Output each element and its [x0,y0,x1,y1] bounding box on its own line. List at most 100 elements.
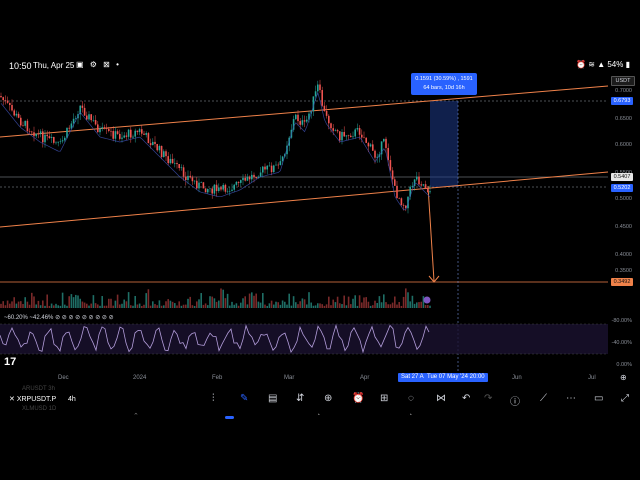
candle-body [94,120,97,125]
candle-body [101,127,103,129]
volume-bar [37,300,40,308]
candle-body [279,161,282,166]
candle-body [44,134,46,143]
add-icon[interactable]: ⊕ [324,393,332,404]
settings-gear-icon[interactable]: ⊕ [620,373,627,382]
candle-body [145,133,147,135]
active-tab-indicator [225,416,234,419]
volume-bar [48,305,51,308]
currency-badge[interactable]: USDT [611,76,635,86]
volume-bar [53,305,55,308]
more-icon[interactable]: ⋯ [566,393,576,404]
expand-icon[interactable]: ⤢ [621,393,629,404]
volume-bar [143,304,145,308]
volume-bar [314,305,317,308]
chart-canvas[interactable] [0,76,640,386]
candle-body [97,124,99,133]
volume-bar [235,303,238,308]
nav-icon-watchlist[interactable]: ⌃ [133,412,139,420]
volume-bar [130,305,132,308]
share-icon[interactable]: ⋈ [436,393,446,404]
candle-body [233,184,235,190]
volume-bar [334,302,337,308]
battery-indicator: ⏰ ≋ ▲ 54% ▮ [576,60,630,69]
rsi-value-right: ~42.46% [29,315,54,321]
candle-body [61,140,64,142]
candle-body [68,127,70,129]
candlesticks [0,79,431,214]
candle-body [119,133,121,139]
candle-body [341,131,343,141]
candle-body [319,84,321,91]
volume-bar [374,300,376,308]
candle-body [196,180,198,189]
candle-body [39,131,42,134]
ideas-lightbulb-icon[interactable]: ◌ [408,393,414,404]
volume-bar [42,300,44,308]
candle-body [127,129,130,137]
volume-bar [15,303,18,308]
volume-bar [75,294,77,308]
indicator-controls[interactable]: ⊘ ⊘ ⊘ ⊘ ⊘ ⊘ ⊘ ⊘ ⊘ [55,315,114,321]
volume-bar [55,303,57,308]
volume-bar [72,297,75,308]
candle-body [336,130,339,132]
fullscreen-icon[interactable]: ▭ [594,393,603,404]
volume-bar [182,304,185,308]
wifi-icon: ≋ [588,60,595,69]
trend-tool-icon[interactable]: ⟋ [540,393,547,404]
volume-bar [350,304,352,308]
undo-icon[interactable]: ↶ [462,393,470,404]
volume-bar [132,305,134,308]
candle-body [20,117,22,126]
price-chart[interactable]: 0.7000 0.6500 0.6000 0.5500 0.5000 0.450… [0,76,640,386]
volume-bar [46,294,48,308]
close-icon[interactable]: ✕ [9,396,15,403]
candle-body [59,141,62,142]
symbol-scroll-prev[interactable]: ARUSDT 3h [22,386,55,392]
price-tag-mid: 0.5407 [611,173,633,181]
volume-bar [409,301,411,308]
candle-body [328,115,330,124]
volume-bar [204,303,207,308]
fib-tool-icon[interactable]: ⇵ [296,393,304,404]
candle-body [185,176,187,181]
layouts-icon[interactable]: ⊞ [380,393,388,404]
volume-bar [22,303,24,308]
timeframe[interactable]: 4h [68,396,76,403]
candle-body [255,177,257,179]
volume-bar [141,305,143,308]
candle-body [81,105,84,108]
volume-bar [13,297,15,308]
drawing-tool-icon[interactable]: ✎ [240,393,248,404]
price-tag-upper: 0.6793 [611,97,633,105]
alert-clock-icon[interactable]: ⏰ [352,393,364,404]
candle-body [420,184,422,186]
rsi-value-left: ~60.20% [4,315,28,321]
volume-bar [165,301,167,308]
volume-bar [154,304,156,308]
volume-bar [308,292,310,308]
candle-body [345,135,348,137]
volume-bar [387,304,389,308]
symbol-selector[interactable]: ✕ XRPUSDT.P 4h [9,395,76,403]
nav-icon-explore[interactable]: ◔ [316,412,320,419]
price-label: 0.4500 [615,224,632,230]
volume-bar [213,298,216,308]
volume-bar [292,296,295,308]
redo-icon[interactable]: ↷ [484,393,492,404]
info-icon[interactable]: ⓘ [510,393,520,408]
volume-bar [356,305,359,308]
volume-bar [389,304,392,308]
candle-body [9,102,11,106]
volume-bar [191,305,194,308]
text-note-icon[interactable]: ▤ [268,393,277,404]
candle-body [57,141,59,143]
candle-body [347,135,350,137]
candle-body [6,100,9,103]
symbol-name[interactable]: XRPUSDT.P [17,396,56,403]
indicators-icon[interactable]: ⫶ [212,393,215,404]
nav-icon-ideas[interactable]: ◔ [408,412,412,419]
volume-bar [112,305,114,308]
volume-bar [306,304,308,308]
